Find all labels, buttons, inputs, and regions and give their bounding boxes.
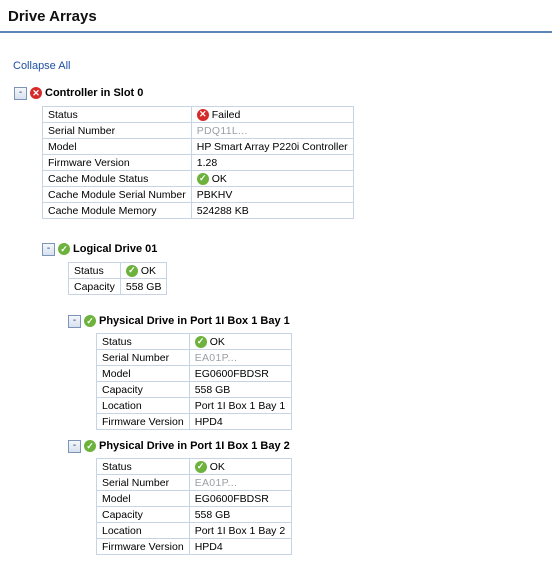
property-value: Port 1I Box 1 Bay 2 <box>188 522 293 539</box>
property-value: PBKHV <box>190 186 354 203</box>
property-value: ✓ OK <box>188 333 293 350</box>
status-text: OK <box>209 460 225 473</box>
physical-drive-node: - ✓ Physical Drive in Port 1I Box 1 Bay … <box>68 314 290 328</box>
title-divider <box>0 31 552 33</box>
logical-drive-label: Logical Drive 01 <box>73 243 158 255</box>
table-row: Serial Number PDQ11L... <box>42 122 354 139</box>
property-value: ✓ OK <box>188 458 293 475</box>
page-title: Drive Arrays <box>8 8 97 25</box>
property-value: ✓ OK <box>190 170 354 187</box>
physical-drive-node: - ✓ Physical Drive in Port 1I Box 1 Bay … <box>68 439 290 453</box>
ok-icon: ✓ <box>84 440 96 452</box>
property-key: Status <box>96 458 190 475</box>
collapse-all-link[interactable]: Collapse All <box>13 60 70 72</box>
property-key: Serial Number <box>42 122 192 139</box>
property-key: Model <box>96 490 190 507</box>
ok-icon: ✓ <box>125 264 138 277</box>
ok-icon: ✓ <box>84 315 96 327</box>
controller-collapse-toggle[interactable]: - <box>14 86 27 100</box>
logical-drive-collapse-toggle[interactable]: - <box>42 242 55 256</box>
property-key: Cache Module Status <box>42 170 192 187</box>
table-row: Model HP Smart Array P220i Controller <box>42 138 354 155</box>
property-key: Cache Module Memory <box>42 202 192 219</box>
property-value: EG0600FBDSR <box>188 490 293 507</box>
table-row: Cache Module Serial Number PBKHV <box>42 186 354 203</box>
property-key: Model <box>42 138 192 155</box>
property-key: Capacity <box>68 278 121 295</box>
property-key: Status <box>68 262 121 279</box>
table-row: Status ✓ OK <box>68 262 168 279</box>
property-value: Port 1I Box 1 Bay 1 <box>188 397 293 414</box>
physical-drive-properties-table: Status ✓ OK Serial Number EA01P... Model … <box>96 458 293 555</box>
failed-icon: ✕ <box>196 108 209 121</box>
ok-icon: ✓ <box>196 172 209 185</box>
property-key: Serial Number <box>96 349 190 366</box>
property-key: Firmware Version <box>96 538 190 555</box>
property-key: Location <box>96 522 190 539</box>
controller-label: Controller in Slot 0 <box>45 87 144 99</box>
table-row: Status ✓ OK <box>96 333 293 350</box>
property-value: EA01P... <box>188 349 293 366</box>
physical-drive-collapse-toggle[interactable]: - <box>68 314 81 328</box>
ok-icon: ✓ <box>194 460 207 473</box>
status-text: OK <box>211 172 227 185</box>
property-value: 558 GB <box>188 381 293 398</box>
table-row: Capacity 558 GB <box>96 506 293 523</box>
property-value: HP Smart Array P220i Controller <box>190 138 354 155</box>
table-row: Location Port 1I Box 1 Bay 1 <box>96 397 293 414</box>
property-value: 1.28 <box>190 154 354 171</box>
property-value: PDQ11L... <box>190 122 354 139</box>
property-value: ✕ Failed <box>190 106 354 123</box>
logical-drive-node: - ✓ Logical Drive 01 <box>42 242 157 256</box>
property-value: 524288 KB <box>190 202 354 219</box>
table-row: Serial Number EA01P... <box>96 474 293 491</box>
property-key: Capacity <box>96 506 190 523</box>
status-text: OK <box>140 264 157 277</box>
table-row: Model EG0600FBDSR <box>96 490 293 507</box>
property-value: ✓ OK <box>119 262 168 279</box>
controller-properties-table: Status ✕ Failed Serial Number PDQ11L... M… <box>42 106 354 219</box>
ok-icon: ✓ <box>194 335 207 348</box>
ok-icon: ✓ <box>58 243 70 255</box>
status-text: OK <box>209 335 225 348</box>
property-key: Status <box>42 106 192 123</box>
property-key: Model <box>96 365 190 382</box>
physical-drive-label: Physical Drive in Port 1I Box 1 Bay 2 <box>99 440 290 452</box>
table-row: Capacity 558 GB <box>96 381 293 398</box>
table-row: Status ✓ OK <box>96 458 293 475</box>
property-key: Capacity <box>96 381 190 398</box>
property-key: Status <box>96 333 190 350</box>
status-text: Failed <box>211 108 241 121</box>
property-key: Firmware Version <box>96 413 190 430</box>
failed-icon: ✕ <box>30 87 42 99</box>
table-row: Cache Module Memory 524288 KB <box>42 202 354 219</box>
property-key: Cache Module Serial Number <box>42 186 192 203</box>
property-value: EG0600FBDSR <box>188 365 293 382</box>
table-row: Capacity 558 GB <box>68 278 168 295</box>
physical-drive-collapse-toggle[interactable]: - <box>68 439 81 453</box>
physical-drive-label: Physical Drive in Port 1I Box 1 Bay 1 <box>99 315 290 327</box>
table-row: Status ✕ Failed <box>42 106 354 123</box>
property-value: HPD4 <box>188 413 293 430</box>
property-value: EA01P... <box>188 474 293 491</box>
table-row: Firmware Version 1.28 <box>42 154 354 171</box>
table-row: Firmware Version HPD4 <box>96 413 293 430</box>
property-value: 558 GB <box>188 506 293 523</box>
property-value: 558 GB <box>119 278 168 295</box>
logical-drive-properties-table: Status ✓ OK Capacity 558 GB <box>68 262 168 295</box>
table-row: Firmware Version HPD4 <box>96 538 293 555</box>
property-key: Serial Number <box>96 474 190 491</box>
physical-drive-properties-table: Status ✓ OK Serial Number EA01P... Model … <box>96 333 293 430</box>
table-row: Location Port 1I Box 1 Bay 2 <box>96 522 293 539</box>
table-row: Cache Module Status ✓ OK <box>42 170 354 187</box>
controller-node: - ✕ Controller in Slot 0 <box>14 86 143 100</box>
table-row: Serial Number EA01P... <box>96 349 293 366</box>
property-key: Firmware Version <box>42 154 192 171</box>
table-row: Model EG0600FBDSR <box>96 365 293 382</box>
property-value: HPD4 <box>188 538 293 555</box>
property-key: Location <box>96 397 190 414</box>
